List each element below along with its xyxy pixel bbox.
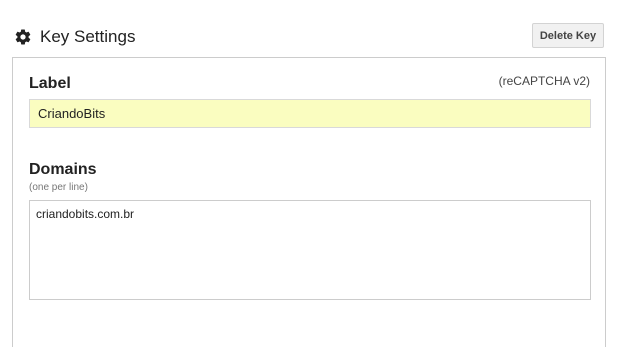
domains-hint: (one per line) (29, 182, 88, 193)
label-heading: Label (29, 75, 71, 92)
key-settings-panel: Label (reCAPTCHA v2) Domains (one per li… (12, 57, 606, 347)
domains-textarea[interactable]: criandobits.com.br (29, 200, 591, 300)
delete-key-button[interactable]: Delete Key (532, 23, 604, 48)
page-title: Key Settings (40, 27, 136, 46)
label-input[interactable] (29, 99, 591, 128)
gear-icon (14, 28, 32, 46)
header: Key Settings Delete Key (0, 0, 618, 58)
recaptcha-version-label: (reCAPTCHA v2) (498, 74, 590, 88)
domains-heading: Domains (29, 161, 97, 178)
